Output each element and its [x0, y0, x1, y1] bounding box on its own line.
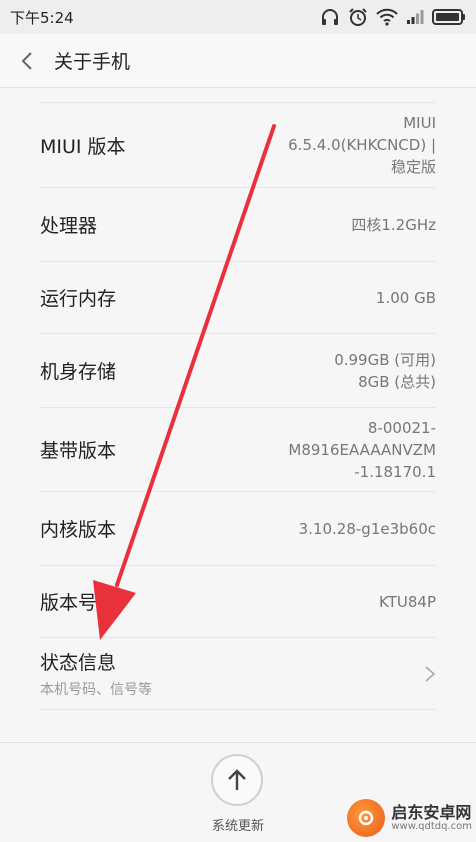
chevron-left-icon: [21, 51, 32, 70]
row-kernel[interactable]: 内核版本 3.10.28-g1e3b60c: [40, 492, 436, 566]
row-value: 1.00 GB: [376, 287, 436, 309]
row-build-number[interactable]: 版本号 KTU84P: [40, 566, 436, 638]
value-line: M8916EAAAANVZM: [288, 440, 436, 459]
headphones-icon: [322, 9, 338, 25]
system-update-button[interactable]: [211, 754, 263, 806]
watermark-logo: [347, 799, 386, 837]
row-label: 处理器: [40, 215, 98, 237]
wifi-icon: [376, 8, 398, 26]
page-title: 关于手机: [54, 51, 131, 73]
value-line: 8GB (总共): [358, 372, 436, 391]
value-line: 1.00 GB: [375, 288, 436, 307]
title-bar: 关于手机: [0, 34, 476, 88]
value-line: 稳定版: [390, 158, 436, 176]
row-label: 状态信息: [40, 652, 117, 674]
value-line: 0.99GB (可用): [334, 350, 436, 369]
row-value: MIUI 6.5.4.0(KHKCNCD) | 稳定版: [288, 112, 436, 178]
value-line: 四核1.2GHz: [351, 215, 436, 234]
row-subtitle: 本机号码、信号等: [40, 682, 152, 698]
row-miui-version[interactable]: MIUI 版本 MIUI 6.5.4.0(KHKCNCD) | 稳定版: [40, 102, 436, 188]
about-list: MIUI 版本 MIUI 6.5.4.0(KHKCNCD) | 稳定版 处理器 …: [0, 102, 476, 710]
watermark-text: 启东安卓网 www.qdtdq.com: [391, 804, 472, 833]
value-line: -1.18170.1: [354, 462, 436, 481]
row-value: 四核1.2GHz: [351, 214, 436, 236]
row-status-info[interactable]: 状态信息 本机号码、信号等: [40, 638, 436, 710]
battery-icon: [432, 9, 465, 25]
row-label: 基带版本: [40, 440, 117, 462]
row-value: 0.99GB (可用) 8GB (总共): [334, 349, 436, 393]
row-label: 运行内存: [40, 288, 117, 310]
row-value: 3.10.28-g1e3b60c: [299, 518, 436, 540]
value-line: KTU84P: [379, 592, 436, 611]
arrow-up-icon: [228, 769, 246, 790]
row-label: MIUI 版本: [40, 135, 126, 158]
watermark-name: 启东安卓网: [391, 802, 472, 822]
row-label: 版本号: [40, 592, 98, 614]
value-line: MIUI: [403, 114, 436, 132]
row-ram[interactable]: 运行内存 1.00 GB: [40, 262, 436, 334]
row-label: 机身存储: [40, 361, 117, 383]
row-processor[interactable]: 处理器 四核1.2GHz: [40, 188, 436, 262]
row-baseband[interactable]: 基带版本 8-00021- M8916EAAAANVZM -1.18170.1: [40, 408, 436, 492]
row-value: KTU84P: [379, 591, 436, 613]
row-text: 状态信息 本机号码、信号等: [40, 648, 152, 699]
status-time: 下午5:24: [10, 8, 74, 27]
row-storage[interactable]: 机身存储 0.99GB (可用) 8GB (总共): [40, 334, 436, 408]
value-line: 8-00021-: [367, 418, 436, 437]
value-line: 3.10.28-g1e3b60c: [298, 519, 436, 538]
chevron-right-icon: [425, 665, 436, 682]
row-value: 8-00021- M8916EAAAANVZM -1.18170.1: [288, 417, 436, 483]
alarm-icon: [349, 8, 367, 26]
back-button[interactable]: [0, 34, 54, 88]
watermark-url: www.qdtdq.com: [391, 821, 472, 833]
row-label: 内核版本: [40, 519, 117, 541]
status-bar: 下午5:24: [0, 0, 476, 34]
value-line: 6.5.4.0(KHKCNCD) |: [288, 136, 436, 154]
watermark: 启东安卓网 www.qdtdq.com: [347, 799, 472, 837]
status-icons: [320, 7, 466, 27]
signal-icon: [407, 10, 424, 24]
